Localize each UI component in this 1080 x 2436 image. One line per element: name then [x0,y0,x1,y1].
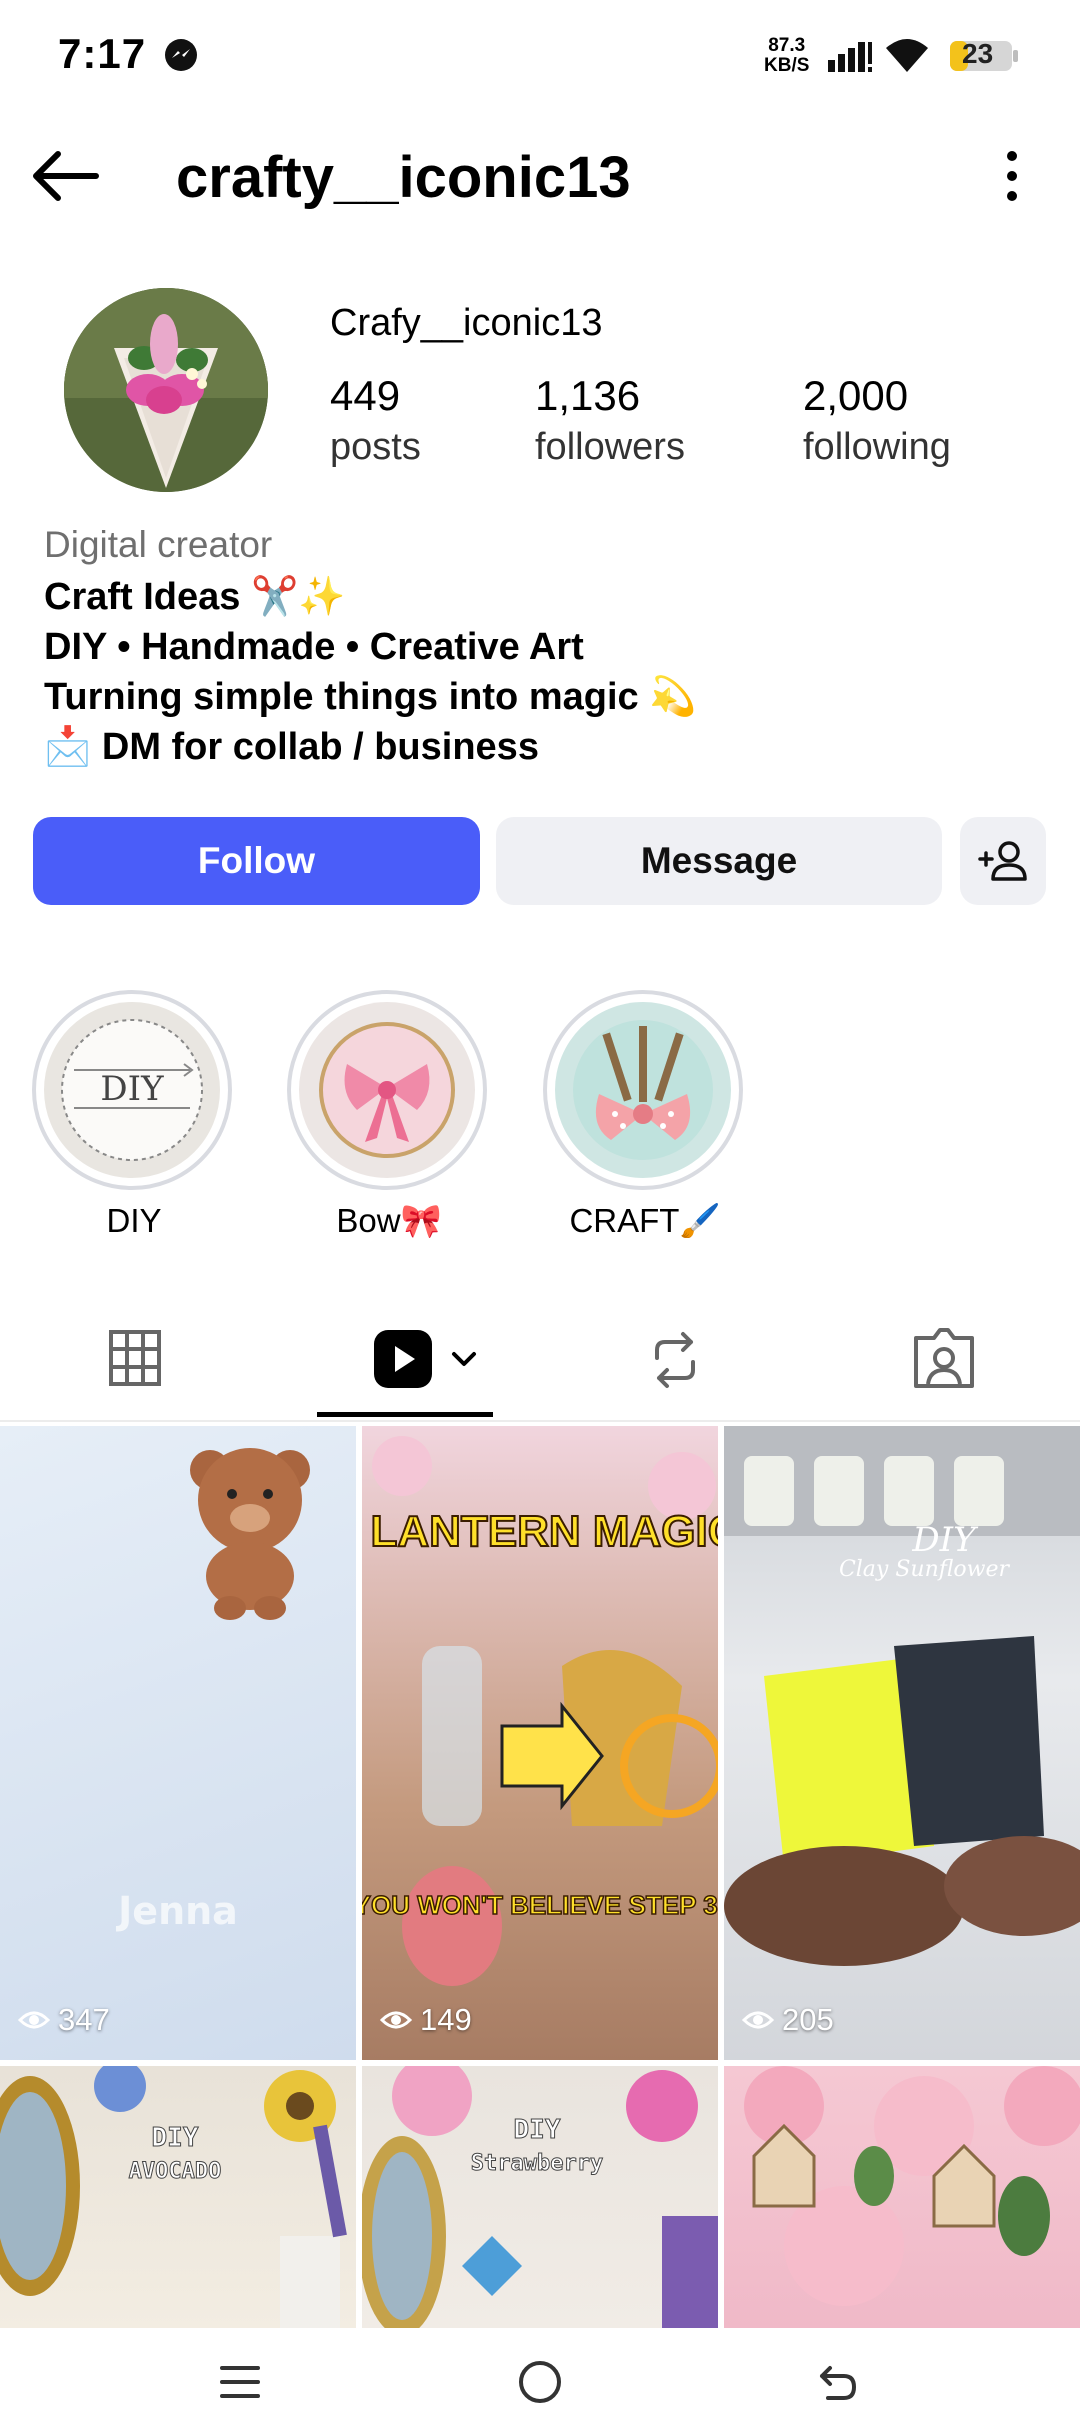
network-speed: 87.3 KB/S [764,36,809,76]
highlight-ring: DIY [32,990,232,1190]
home-icon[interactable] [516,2358,564,2406]
system-nav-bar [0,2328,1080,2436]
display-name: Crafy__iconic13 [330,302,603,344]
reel-subtitle: Strawberry [471,2151,603,2176]
view-count: 347 [18,2002,110,2038]
network-speed-value: 87.3 [768,35,806,56]
view-count: 205 [742,2002,834,2038]
views-icon [18,2011,50,2029]
reel-thumbnail[interactable]: Jenna 347 [0,1426,356,2060]
highlight-craft[interactable]: CRAFT🖌️ [543,990,747,1241]
recent-apps-icon[interactable] [218,2360,262,2404]
follow-button[interactable]: Follow [33,817,480,905]
craft-cover-icon [573,1020,713,1160]
lantern-scene-image: DIY LANTERN MAGIC✨ YOU WON'T BELIEVE STE… [362,1436,718,1986]
reel-title: DIY LANTERN MAGIC✨ [362,1507,718,1556]
highlight-diy[interactable]: DIY DIY [32,990,236,1240]
bio-line: 📩 DM for collab / business [44,726,539,768]
grid-icon[interactable] [108,1324,162,1394]
more-options-icon[interactable] [998,146,1026,206]
reel-subtitle: Clay Sunflower [839,1557,1011,1582]
wifi-icon [886,39,928,72]
bio-category: Digital creator [44,524,273,565]
view-count-value: 205 [782,2002,834,2037]
reel-title: DIY [514,2115,561,2145]
highlight-ring [543,990,743,1190]
stat-posts-value: 449 [330,372,401,419]
suggest-users-button[interactable] [960,817,1046,905]
view-count-value: 347 [58,2002,110,2037]
houses-flowers-image [744,2066,1080,2306]
add-person-icon [978,841,1027,881]
view-count-value: 149 [420,2002,472,2037]
stat-following-label: following [803,426,951,468]
stat-followers-value: 1,136 [535,372,641,419]
reel-thumbnail[interactable]: DIY LANTERN MAGIC✨ YOU WON'T BELIEVE STE… [362,1426,718,2060]
highlight-cover: DIY [44,1002,220,1178]
bio-line: Turning simple things into magic 💫 [44,676,697,718]
active-tab-indicator [317,1412,493,1417]
bear-figure-image: Jenna [115,1448,310,1933]
header-username: crafty__iconic13 [176,145,631,210]
highlight-ring [287,990,487,1190]
reel-thumbnail[interactable]: DIY AVOCADO [0,2066,356,2328]
reel-title: DIY [152,2123,199,2153]
battery-level: 23 [962,38,994,69]
status-time: 7:17 [58,30,147,77]
reel-thumbnail[interactable] [724,2066,1080,2328]
reel-subtitle: YOU WON'T BELIEVE STEP 3! [362,1890,718,1920]
divider [0,1420,1080,1422]
reel-thumbnail[interactable]: DIY Clay Sunflower 205 [724,1426,1080,2060]
avatar[interactable] [64,288,268,492]
views-icon [380,2011,412,2029]
view-count: 149 [380,2002,472,2038]
stat-following[interactable]: 2,000 following [803,372,951,469]
messenger-icon [165,39,197,71]
highlight-label: Bow🎀 [336,1202,442,1239]
stat-followers[interactable]: 1,136 followers [535,372,685,469]
bio: Digital creator Craft Ideas ✂️✨ DIY • Ha… [44,524,1044,772]
diy-cover-text: DIY [100,1069,164,1109]
highlight-cover [555,1002,731,1178]
stat-posts-label: posts [330,426,421,468]
message-button[interactable]: Message [496,817,942,905]
reels-tab[interactable] [372,1324,482,1394]
reel-thumbnail[interactable]: DIY Strawberry [362,2066,718,2328]
highlight-label: DIY [106,1202,162,1239]
stat-posts[interactable]: 449 posts [330,372,421,469]
strawberry-craft-image: DIY Strawberry [362,2066,718,2328]
highlight-label: CRAFT🖌️ [569,1202,721,1239]
back-nav-icon[interactable] [814,2358,862,2406]
diy-cover-icon: DIY [61,1019,203,1161]
profile-tabs [0,1300,1080,1420]
reel-subtitle: AVOCADO [129,2159,222,2184]
avocado-craft-image: DIY AVOCADO [0,2066,347,2328]
watermark-text: Jenna [115,1889,238,1933]
bio-line: Craft Ideas ✂️✨ [44,576,346,618]
highlight-bow[interactable]: Bow🎀 [287,990,491,1241]
network-speed-unit: KB/S [764,55,810,76]
profile-header: crafty__iconic13 [0,130,1080,220]
signal-icon [828,42,872,72]
stat-following-value: 2,000 [803,372,909,419]
status-bar: 7:17 87.3 KB/S 23 [0,0,1080,110]
bio-line: DIY • Handmade • Creative Art [44,626,584,668]
avatar-bouquet-image [64,288,268,492]
bow-cover-icon [319,1022,455,1158]
stat-followers-label: followers [535,426,685,468]
tagged-icon[interactable] [912,1324,976,1394]
reels-icon [374,1330,476,1388]
views-icon [742,2011,774,2029]
highlight-cover [299,1002,475,1178]
reposts-icon[interactable] [647,1324,703,1394]
reel-title: DIY [911,1520,979,1560]
clay-sunflower-image: DIY Clay Sunflower [724,1426,1080,1966]
back-arrow-icon[interactable] [30,148,100,204]
